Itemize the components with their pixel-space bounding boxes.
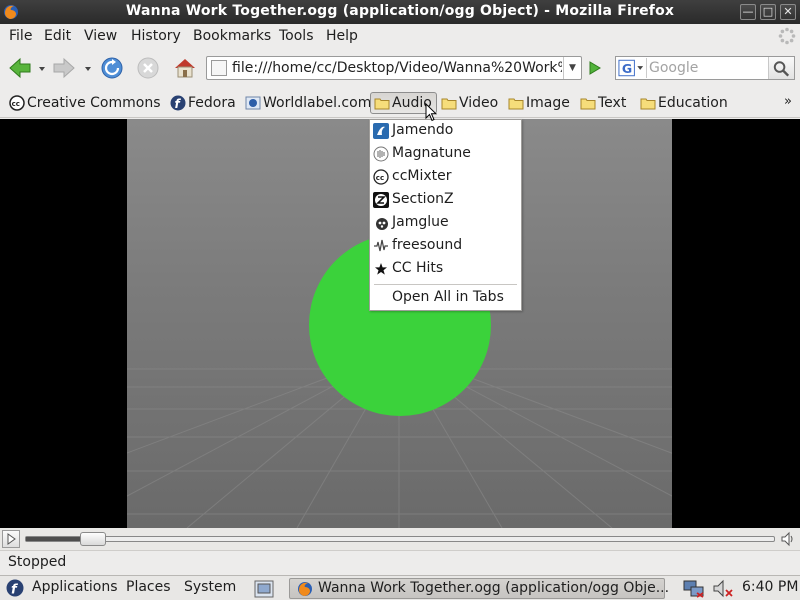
search-input[interactable] (649, 59, 764, 77)
menu-item-magnatune[interactable]: Magnatune (370, 143, 521, 166)
menu-item-sectionz[interactable]: SectionZ (370, 189, 521, 212)
firefox-icon (298, 582, 312, 596)
menu-item-open-all-in-tabs[interactable]: Open All in Tabs (370, 287, 521, 310)
menu-item-ccmixter[interactable]: cc ccMixter (370, 166, 521, 189)
svg-text:cc: cc (12, 100, 20, 108)
menu-item-cc-hits[interactable]: CC Hits (370, 258, 521, 281)
home-icon[interactable] (171, 54, 199, 82)
close-button[interactable]: ✕ (780, 4, 796, 20)
mouse-cursor-icon (425, 103, 437, 122)
audio-bookmarks-menu: Jamendo Magnatune cc ccMixter SectionZ J… (369, 119, 522, 311)
star-icon (375, 263, 387, 275)
seek-handle[interactable] (80, 532, 106, 546)
menu-item-jamendo[interactable]: Jamendo (370, 120, 521, 143)
jamglue-icon (376, 218, 388, 230)
bookmark-folder-text[interactable]: Text (580, 92, 626, 114)
bookmark-label: Image (526, 95, 570, 111)
freesound-icon (374, 239, 388, 252)
search-box[interactable]: G (615, 56, 795, 80)
back-icon[interactable] (6, 54, 34, 82)
play-icon (7, 533, 16, 545)
folder-icon (508, 98, 524, 110)
bookmark-folder-education[interactable]: Education (640, 92, 728, 114)
ccmixter-icon: cc (373, 169, 389, 185)
page-icon (211, 60, 227, 76)
clock: 6:40 PM (742, 579, 799, 595)
bottom-panel: f Applications Places System Wanna Work … (0, 575, 800, 600)
bookmark-creative-commons[interactable]: cc Creative Commons (9, 92, 161, 114)
volume-icon[interactable] (780, 531, 796, 547)
jamendo-icon (373, 123, 389, 139)
svg-text:cc: cc (376, 174, 384, 182)
window-title: Wanna Work Together.ogg (application/ogg… (125, 3, 675, 19)
menu-separator (374, 284, 517, 285)
panel-places[interactable]: Places (126, 579, 171, 595)
status-bar: Stopped (0, 550, 800, 574)
folder-icon (374, 98, 390, 110)
forward-icon[interactable] (50, 54, 78, 82)
network-icon[interactable] (683, 579, 705, 598)
video-controls (0, 528, 800, 550)
go-icon[interactable] (584, 58, 604, 78)
menu-file[interactable]: File (9, 28, 32, 44)
svg-text:G: G (622, 61, 632, 76)
google-engine-icon[interactable]: G (617, 58, 647, 78)
url-bar[interactable]: file:///home/cc/Desktop/Video/Wanna%20Wo… (206, 56, 582, 80)
menu-edit[interactable]: Edit (44, 28, 71, 44)
stop-icon[interactable] (134, 54, 162, 82)
taskbar-title: Wanna Work Together.ogg (application/ogg… (318, 580, 670, 596)
taskbar-firefox-window[interactable]: Wanna Work Together.ogg (application/ogg… (289, 578, 669, 599)
menu-help[interactable]: Help (326, 28, 358, 44)
fedora-icon: f (170, 95, 186, 111)
bookmark-folder-video[interactable]: Video (441, 92, 498, 114)
menu-tools[interactable]: Tools (279, 28, 314, 44)
worldlabel-icon (245, 96, 261, 110)
minimize-button[interactable]: — (740, 4, 756, 20)
seek-bar[interactable] (25, 536, 775, 542)
open-all-label: Open All in Tabs (392, 289, 504, 305)
play-button[interactable] (2, 530, 20, 548)
back-dropdown-icon[interactable] (36, 54, 48, 82)
menu-item-freesound[interactable]: freesound (370, 235, 521, 258)
menu-view[interactable]: View (84, 28, 117, 44)
menu-bookmarks[interactable]: Bookmarks (193, 28, 271, 44)
menu-item-jamglue[interactable]: Jamglue (370, 212, 521, 235)
volume-muted-icon[interactable] (712, 579, 734, 598)
bookmark-label: Creative Commons (27, 95, 161, 111)
bookmarks-overflow-chevron[interactable]: » (784, 94, 792, 109)
folder-icon (441, 98, 457, 110)
bookmark-worldlabel[interactable]: Worldlabel.com (245, 92, 371, 114)
maximize-button[interactable]: □ (760, 4, 776, 20)
status-text: Stopped (8, 554, 67, 570)
menu-history[interactable]: History (131, 28, 181, 44)
bookmarks-toolbar: cc Creative Commons f Fedora Worldlabel.… (0, 88, 800, 118)
fedora-menu-icon[interactable]: f (6, 579, 24, 597)
bookmark-label: Text (598, 95, 627, 111)
bookmark-label: Fedora (188, 95, 236, 111)
url-dropdown-icon[interactable]: ▼ (563, 57, 581, 79)
magnatune-icon (373, 146, 389, 162)
folder-icon (580, 98, 596, 110)
bookmark-label: Education (658, 95, 728, 111)
panel-system[interactable]: System (184, 579, 236, 595)
title-bar: Wanna Work Together.ogg (application/ogg… (0, 0, 800, 24)
bookmark-label: Video (459, 95, 499, 111)
url-text[interactable]: file:///home/cc/Desktop/Video/Wanna%20Wo… (232, 60, 562, 76)
folder-icon (640, 98, 656, 110)
panel-applications[interactable]: Applications (32, 579, 118, 595)
bookmark-folder-image[interactable]: Image (508, 92, 570, 114)
sectionz-icon (373, 192, 389, 208)
menu-bar: File Edit View History Bookmarks Tools H… (0, 24, 800, 48)
bookmark-fedora[interactable]: f Fedora (170, 92, 236, 114)
bookmark-label: Worldlabel.com (263, 95, 372, 111)
show-desktop-icon[interactable] (254, 580, 274, 598)
forward-dropdown-icon[interactable] (82, 54, 94, 82)
throbber-icon (778, 27, 796, 45)
reload-icon[interactable] (98, 54, 126, 82)
search-icon[interactable] (768, 57, 794, 79)
creative-commons-icon: cc (9, 95, 25, 111)
